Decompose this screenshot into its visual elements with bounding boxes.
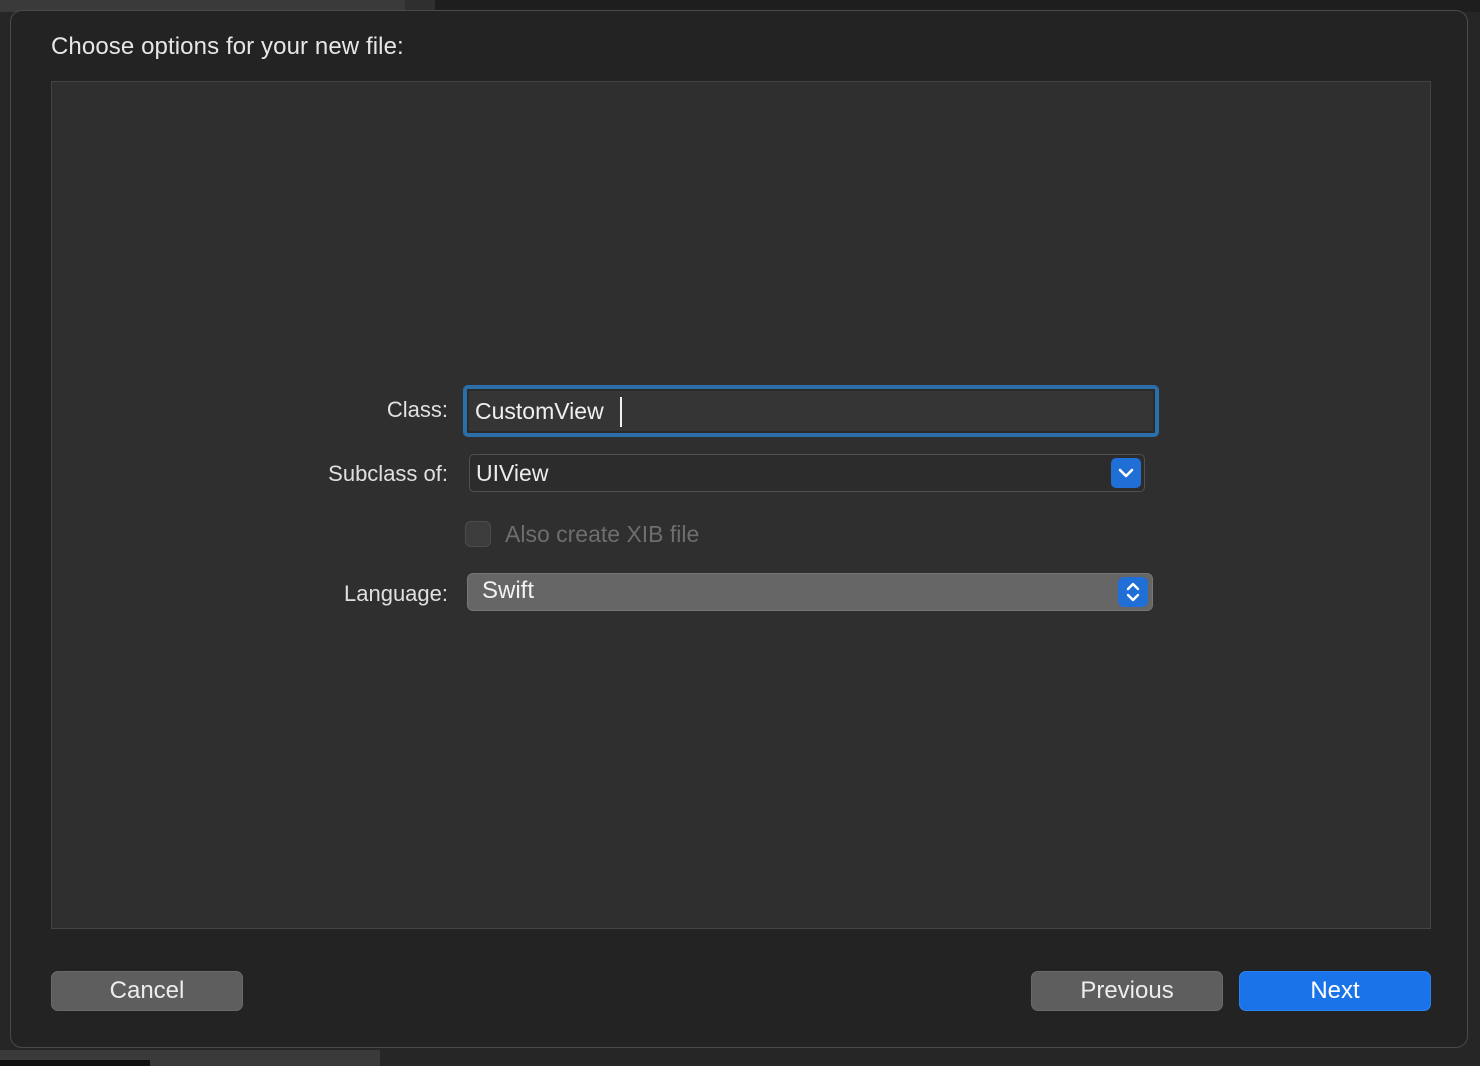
subclass-combobox[interactable]: UIView [469, 454, 1145, 492]
sheet-title: Choose options for your new file: [51, 33, 404, 60]
xib-checkbox[interactable] [465, 521, 491, 547]
language-value: Swift [482, 577, 535, 604]
chevron-down-icon [1118, 468, 1134, 478]
subclass-value: UIView [476, 460, 549, 486]
new-file-options-sheet: Choose options for your new file: Class:… [10, 10, 1468, 1048]
xib-checkbox-label: Also create XIB file [505, 521, 700, 547]
next-button[interactable]: Next [1239, 971, 1431, 1011]
class-label: Class: [386, 397, 448, 422]
previous-button[interactable]: Previous [1031, 971, 1223, 1011]
chevron-up-down-icon [1126, 582, 1140, 602]
language-stepper [1118, 577, 1148, 607]
class-field-focus-ring [463, 385, 1159, 437]
language-label: Language: [344, 581, 448, 606]
text-cursor [620, 397, 622, 427]
language-popup-button[interactable]: Swift [467, 573, 1153, 611]
subclass-dropdown-button[interactable] [1111, 458, 1141, 488]
cancel-button[interactable]: Cancel [51, 971, 243, 1011]
background-bottom-bar [0, 1060, 150, 1066]
subclass-label: Subclass of: [328, 461, 448, 486]
options-panel [51, 81, 1431, 929]
class-name-input[interactable] [469, 391, 1153, 431]
